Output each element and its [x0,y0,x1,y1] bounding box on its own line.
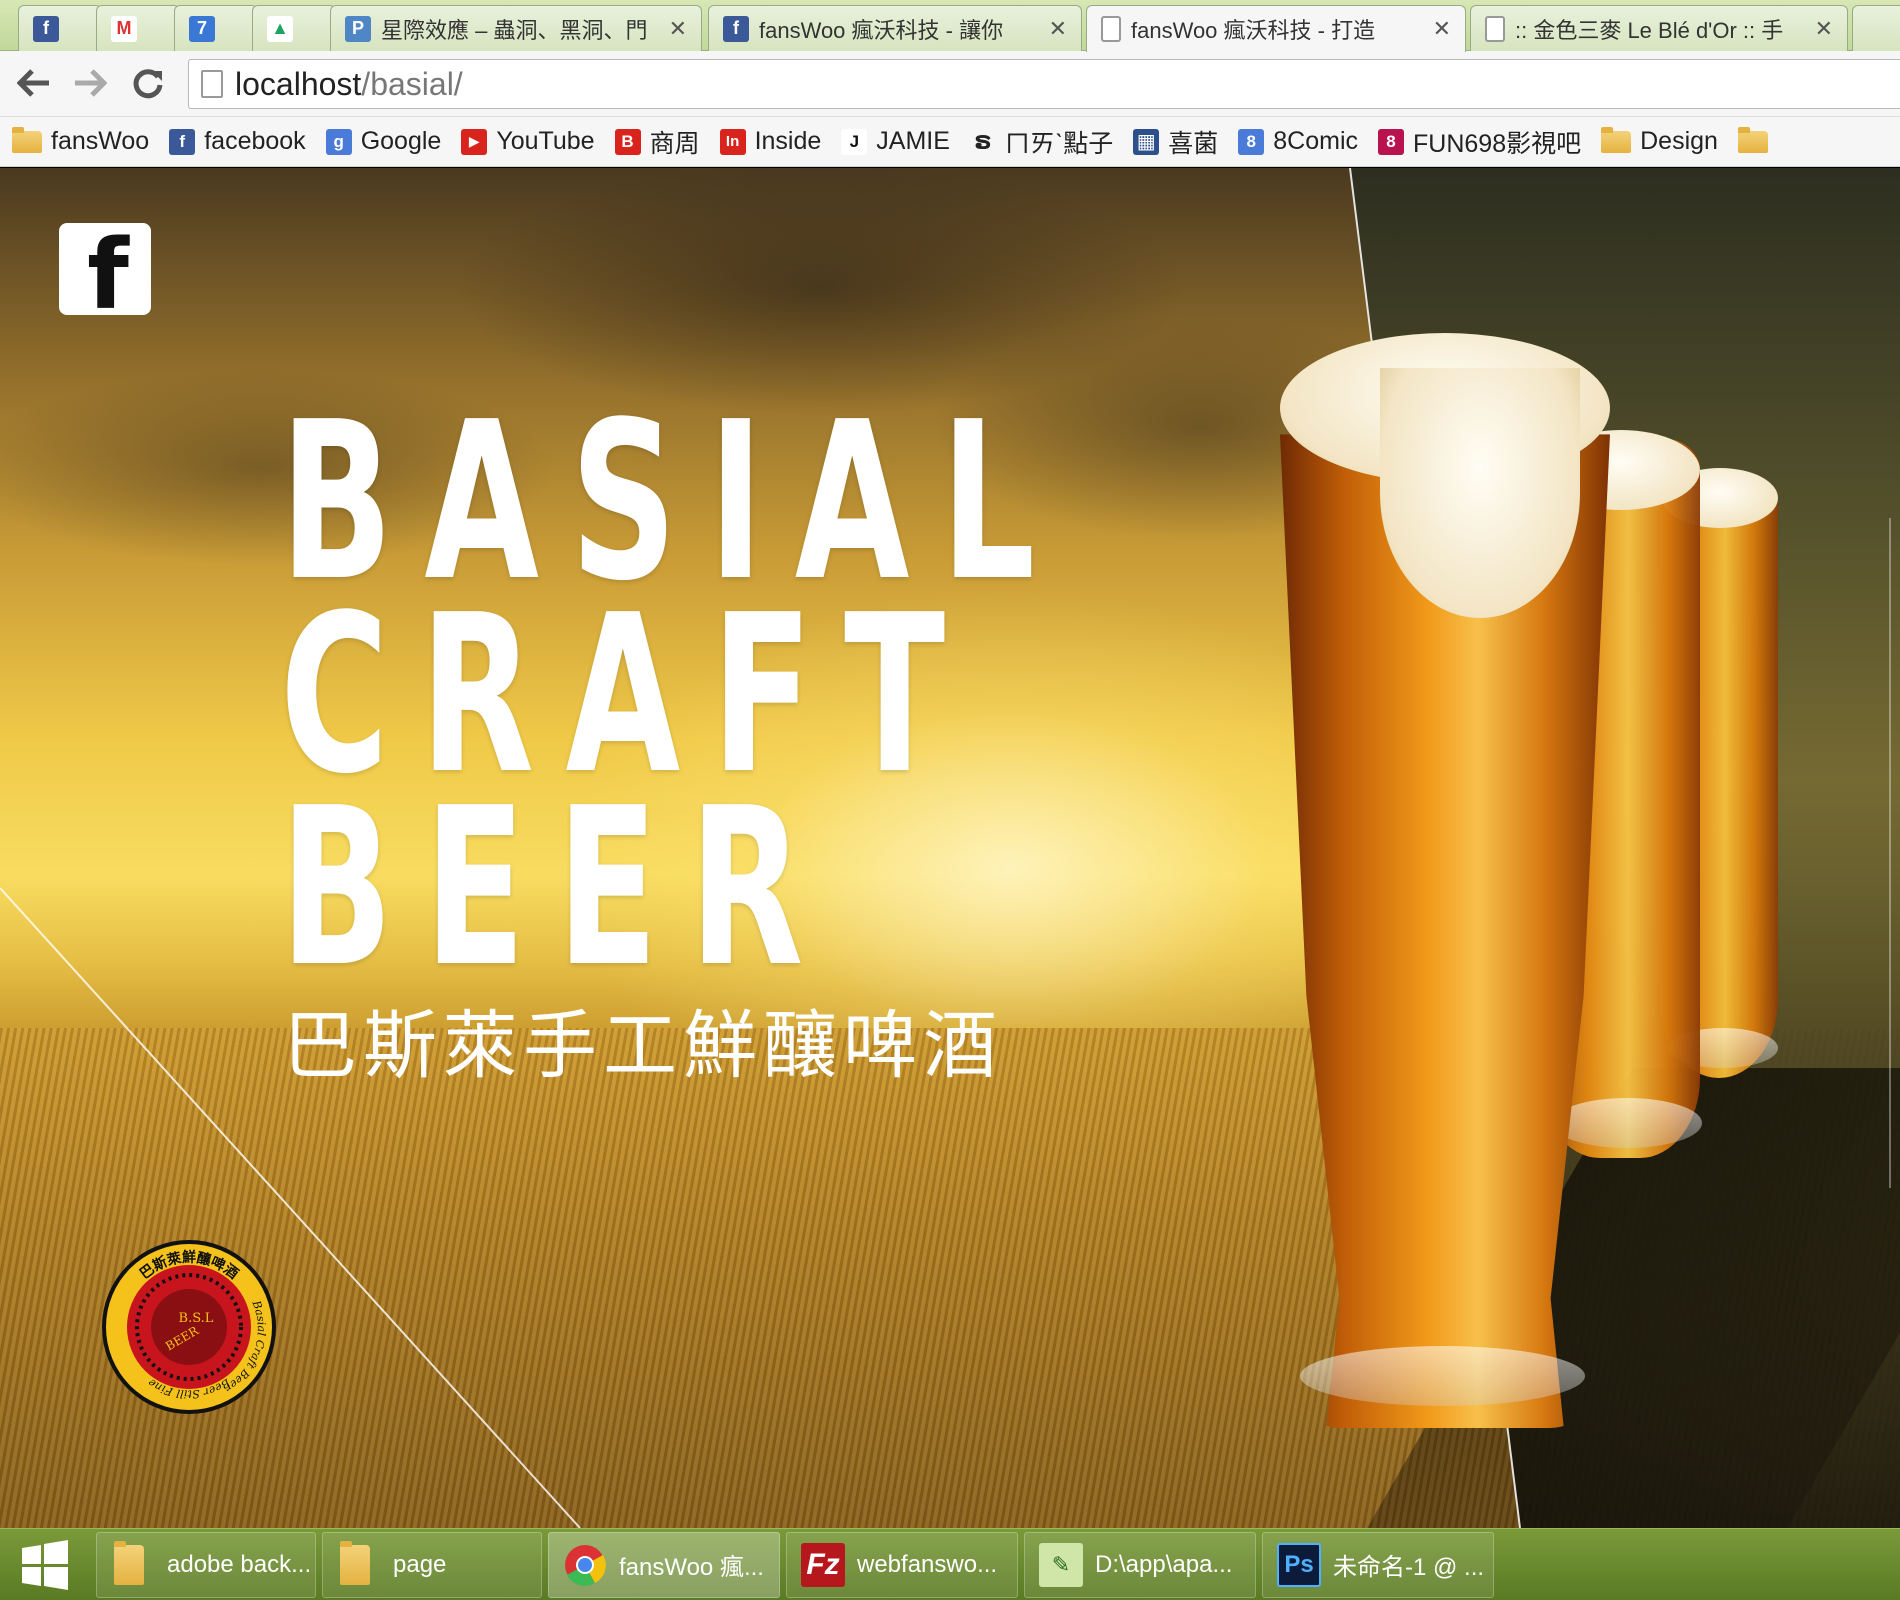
tab-facebook[interactable]: f [18,5,102,51]
page-icon [201,70,223,98]
tab-interstellar[interactable]: P 星際效應 – 蟲洞、黑洞、門 ✕ [330,5,702,51]
bookmark-facebook[interactable]: f facebook [169,127,306,156]
browser-toolbar: localhost/basial/ [0,51,1900,117]
taskbar-item-chrome[interactable]: fansWoo 瘋... [548,1531,780,1598]
address-bar[interactable]: localhost/basial/ [188,59,1900,109]
calendar-icon: 7 [189,15,215,42]
taskbar-item-photoshop[interactable]: Ps 未命名-1 @ ... [1262,1531,1494,1598]
google-drive-icon: ▲ [267,15,293,42]
bookmark-fun698[interactable]: 8 FUN698影視吧 [1378,124,1581,160]
tab-gmail[interactable]: M [96,5,180,51]
bookmarks-bar: fansWoo f facebook g Google ▶ YouTube B 商周 I… [0,117,1900,167]
glass-base [1552,1098,1702,1148]
bookmark-8comic[interactable]: 8 8Comic [1238,127,1358,156]
windows-taskbar: adobe back... page fansWoo 瘋... Fz webfa… [0,1528,1900,1600]
bookmark-fanswoo[interactable]: fansWoo [12,126,149,156]
notepad-icon: ✎ [1039,1542,1083,1587]
hero-subtitle: 巴斯萊手工鮮釀啤酒 [283,1003,1003,1089]
start-button[interactable] [0,1529,90,1600]
facebook-icon: f [723,15,749,42]
forward-button[interactable] [70,63,110,103]
jamie-icon: J [841,128,868,155]
reload-icon [133,69,163,99]
youtube-icon: ▶ [461,128,488,155]
tab-title: 星際效應 – 蟲洞、黑洞、門 [381,17,648,43]
fun698-icon: 8 [1378,128,1405,155]
taskbar-item-page[interactable]: page [322,1531,542,1598]
new-tab-button[interactable] [1852,5,1900,51]
bookmark-design[interactable]: Design [1601,126,1718,156]
close-icon[interactable]: ✕ [1433,16,1451,42]
facebook-icon: f [169,128,196,155]
glass-base [1300,1346,1585,1406]
folder-icon [1601,126,1632,153]
brand-seal-logo: 巴斯萊鮮釀啤酒 Basial Craft Beer Beer Still Fin… [102,1240,276,1414]
tab-title: fansWoo 瘋沃科技 - 打造 [1131,18,1376,43]
photoshop-icon: Ps [1277,1542,1321,1587]
bookmark-idea[interactable]: ຣㄇㄞˋ點子 [970,124,1113,160]
idea-icon: ຣ [974,128,992,154]
folder-icon [111,1540,155,1587]
tab-fanswoo-active[interactable]: fansWoo 瘋沃科技 - 打造 ✕ [1086,5,1466,52]
tab-fanswoo-facebook[interactable]: f fansWoo 瘋沃科技 - 讓你 ✕ [708,5,1082,51]
page-icon [1101,16,1121,42]
tab-title: :: 金色三麥 Le Blé d'Or :: 手 [1515,17,1784,43]
beer-foam [1380,368,1580,618]
grid-icon: ▦ [1133,128,1160,155]
folder-icon [12,126,42,153]
url-text[interactable]: localhost/basial/ [235,66,463,103]
filezilla-icon: Fz [801,1542,845,1587]
facebook-icon: f [87,223,129,315]
google-icon: g [325,128,352,155]
tab-google-drive[interactable]: ▲ [252,5,336,51]
tab-strip: f M 7 ▲ P 星際效應 – 蟲洞、黑洞、門 ✕ f fansWoo 瘋沃科… [0,0,1900,52]
bookmark-google[interactable]: g Google [325,127,441,156]
facebook-button[interactable]: f [59,223,151,315]
facebook-icon: f [33,15,59,42]
bookmark-overflow-folder[interactable] [1737,126,1777,153]
bookmark-xijun[interactable]: ▦ 喜菌 [1133,124,1218,160]
page-icon [1485,15,1505,42]
tab-le-ble-dor[interactable]: :: 金色三麥 Le Blé d'Or :: 手 ✕ [1470,5,1848,51]
taskbar-item-adobe-backup[interactable]: adobe back... [96,1531,316,1598]
windows-logo-icon [22,1539,68,1590]
bookmark-youtube[interactable]: ▶ YouTube [461,127,595,156]
folder-icon [1737,126,1768,153]
page-viewport: f BASIAL CRAFT BEER 巴斯萊手工鮮釀啤酒 巴斯萊鮮釀啤酒 Ba… [0,168,1900,1528]
reload-button[interactable] [128,63,168,103]
arrow-left-icon [17,69,49,97]
close-icon[interactable]: ✕ [1815,16,1833,42]
close-icon[interactable]: ✕ [669,16,687,42]
tab-calendar[interactable]: 7 [174,5,258,51]
taskbar-item-notepad[interactable]: ✎ D:\app\apa... [1024,1531,1256,1598]
inside-icon: In [719,128,746,155]
gmail-icon: M [111,15,137,42]
page-icon: P [345,15,371,42]
seal-center-text-1: B.S.L [179,1311,214,1326]
hero-title-line-3: BEER [280,762,835,1015]
chrome-icon [563,1543,607,1587]
folder-icon [337,1540,381,1587]
business-weekly-icon: B [614,128,641,155]
arrow-right-icon [75,69,107,97]
close-icon[interactable]: ✕ [1049,16,1067,42]
bookmark-inside[interactable]: In Inside [719,127,821,156]
back-button[interactable] [14,63,54,103]
comic-icon: 8 [1238,128,1265,155]
taskbar-item-filezilla[interactable]: Fz webfanswo... [786,1531,1018,1598]
bookmark-business-weekly[interactable]: B 商周 [614,124,700,160]
bookmark-jamie[interactable]: J JAMIE [841,127,950,156]
tab-title: fansWoo 瘋沃科技 - 讓你 [759,17,1004,43]
